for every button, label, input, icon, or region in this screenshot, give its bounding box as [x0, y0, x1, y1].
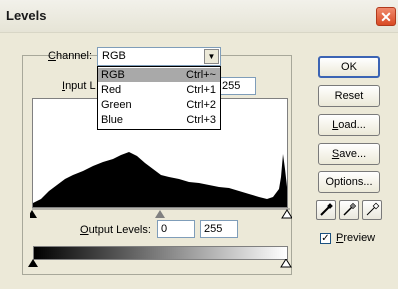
channel-select[interactable]: RGB ▼	[97, 47, 221, 66]
input-midtone-handle[interactable]	[155, 210, 165, 218]
dropdown-arrow-icon[interactable]: ▼	[204, 49, 219, 64]
preview-checkbox[interactable]: ✓	[320, 233, 331, 244]
channel-label: Channel:	[48, 50, 93, 62]
preview-label[interactable]: Preview	[336, 232, 375, 244]
output-levels-slider[interactable]	[28, 259, 292, 269]
gray-eyedropper-button[interactable]	[339, 200, 359, 220]
output-levels-low-field[interactable]: 0	[157, 220, 195, 238]
ok-button[interactable]: OK	[318, 56, 380, 78]
input-levels-label: Input L	[62, 80, 96, 92]
reset-button[interactable]: Reset	[318, 85, 380, 107]
input-levels-slider[interactable]	[27, 208, 293, 220]
load-button[interactable]: Load...	[318, 114, 380, 136]
input-black-point-handle[interactable]	[27, 210, 37, 218]
input-levels-high-field[interactable]: 255	[218, 77, 256, 95]
input-slider-track	[27, 208, 293, 219]
output-black-handle[interactable]	[28, 259, 38, 267]
close-button[interactable]: ✕	[376, 7, 396, 26]
gray-eyedropper-icon	[343, 202, 357, 216]
title-bar: Levels ✕	[0, 0, 398, 33]
levels-dialog: Levels ✕ Channel: RGB ▼ Input L 255 RGB C…	[0, 0, 398, 289]
channel-option-green[interactable]: Green Ctrl+2	[98, 98, 220, 112]
input-white-point-handle[interactable]	[281, 209, 293, 219]
white-eyedropper-button[interactable]	[362, 200, 382, 220]
channel-dropdown-list: RGB Ctrl+~ Red Ctrl+1 Green Ctrl+2 Blue Ctrl…	[97, 66, 221, 130]
output-gradient-bar	[33, 246, 288, 260]
options-button[interactable]: Options...	[318, 171, 380, 193]
dialog-title: Levels	[6, 8, 47, 23]
channel-selected-value: RGB	[102, 50, 126, 62]
black-eyedropper-icon	[320, 203, 333, 216]
output-levels-high-field[interactable]: 255	[200, 220, 238, 238]
black-eyedropper-button[interactable]	[316, 200, 336, 220]
white-eyedropper-icon	[366, 202, 380, 216]
output-white-handle[interactable]	[280, 259, 292, 268]
save-button[interactable]: Save...	[318, 143, 380, 165]
output-levels-label: Output Levels:	[80, 224, 151, 236]
channel-option-rgb[interactable]: RGB Ctrl+~	[98, 68, 220, 82]
channel-option-blue[interactable]: Blue Ctrl+3	[98, 113, 220, 127]
channel-option-red[interactable]: Red Ctrl+1	[98, 83, 220, 97]
